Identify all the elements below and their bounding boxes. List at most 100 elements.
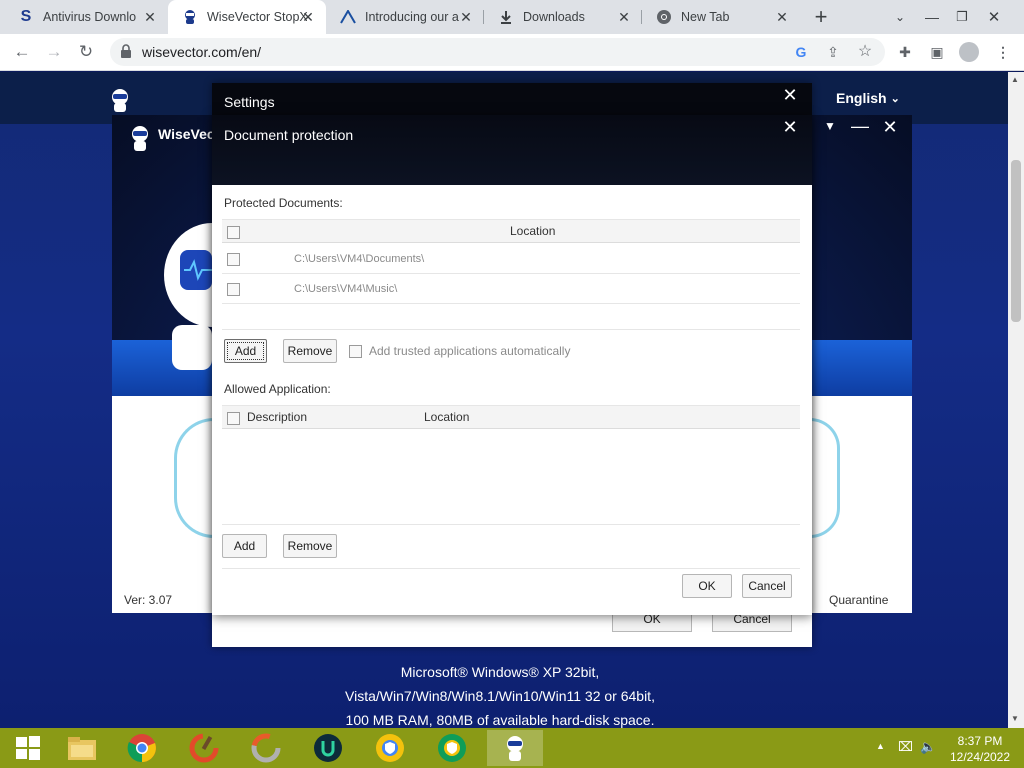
tab-new-tab[interactable]: New Tab ✕: [642, 0, 800, 34]
document-row-checkbox[interactable]: [227, 253, 240, 266]
scrollbar-thumb[interactable]: [1011, 160, 1021, 322]
settings-close-icon[interactable]: ✕: [780, 85, 800, 105]
clock-date: 12/24/2022: [949, 750, 1011, 764]
share-icon[interactable]: ⇪: [824, 43, 842, 61]
version-label: Ver: 3.07: [124, 593, 173, 607]
network-icon[interactable]: ⌧: [898, 739, 913, 755]
close-icon[interactable]: ✕: [300, 9, 316, 25]
close-app-icon[interactable]: ✕: [880, 117, 900, 137]
download-icon: [498, 9, 514, 25]
row-divider: [222, 524, 800, 525]
document-row-checkbox[interactable]: [227, 283, 240, 296]
tab-label: Introducing our a: [365, 10, 459, 24]
wisevector-icon: [182, 9, 198, 25]
add-document-button[interactable]: Add: [224, 339, 267, 363]
auto-trust-checkbox[interactable]: [349, 345, 362, 358]
quarantine-link[interactable]: Quarantine: [829, 593, 888, 607]
row-divider: [222, 303, 800, 304]
row-divider: [222, 329, 800, 330]
show-hidden-icons-icon[interactable]: ▲: [876, 741, 885, 751]
taskbar-u-app[interactable]: [300, 730, 356, 766]
forward-icon[interactable]: →: [40, 38, 68, 66]
cancel-button[interactable]: Cancel: [742, 574, 792, 598]
tab-separator: [641, 10, 642, 24]
tab-label: Downloads: [523, 10, 585, 24]
tab-label: Antivirus Downlo: [43, 10, 137, 24]
s-logo-icon: S: [20, 8, 32, 25]
applications-table-header: [222, 405, 800, 429]
menu-dots-icon[interactable]: ⋮: [994, 43, 1012, 61]
requirement-line: 100 MB RAM, 80MB of available hard-disk …: [345, 712, 655, 728]
app-logo-icon: [128, 125, 152, 151]
extensions-icon[interactable]: ✚: [896, 43, 914, 61]
app-title: WiseVec: [158, 126, 215, 142]
url-text: wisevector.com/en/: [142, 44, 262, 60]
document-protection-titlebar: [212, 115, 812, 185]
remove-application-button[interactable]: Remove: [283, 534, 337, 558]
a-logo-icon: [340, 9, 356, 25]
dropdown-menu-icon[interactable]: ▼: [820, 116, 840, 136]
start-button[interactable]: [0, 730, 56, 766]
chrome-shield-icon: [438, 734, 466, 762]
close-icon[interactable]: ✕: [142, 9, 158, 25]
remove-document-button[interactable]: Remove: [283, 339, 337, 363]
taskbar-wisevector[interactable]: [487, 730, 543, 766]
bookmark-star-icon[interactable]: ☆: [856, 43, 874, 61]
site-logo-icon[interactable]: [110, 88, 130, 112]
new-tab-icon[interactable]: +: [807, 3, 835, 31]
lock-icon: [120, 44, 134, 60]
taskbar-chrome[interactable]: [114, 730, 170, 766]
close-icon[interactable]: ✕: [780, 117, 800, 137]
volume-icon[interactable]: 🔈: [920, 739, 936, 755]
close-icon[interactable]: ✕: [458, 9, 474, 25]
chrome-icon: [127, 734, 156, 763]
location-column-header: Location: [510, 224, 556, 238]
address-bar[interactable]: wisevector.com/en/: [110, 38, 885, 66]
ccleaner-icon: [189, 733, 219, 763]
tab-separator: [483, 10, 484, 24]
protected-documents-label: Protected Documents:: [224, 196, 343, 210]
chrome-icon: [656, 9, 672, 25]
tab-antivirus[interactable]: S Antivirus Downlo ✕: [4, 0, 168, 34]
side-panel-icon[interactable]: ▣: [928, 43, 946, 61]
select-all-apps-checkbox[interactable]: [227, 412, 240, 425]
close-icon[interactable]: ✕: [616, 9, 632, 25]
google-icon[interactable]: G: [792, 43, 810, 61]
language-label: English: [836, 90, 887, 106]
dialog-title: Document protection: [224, 127, 354, 143]
minimize-icon[interactable]: —: [850, 116, 870, 136]
taskbar-speed-tool[interactable]: [238, 730, 294, 766]
add-application-button[interactable]: Add: [222, 534, 267, 558]
minimize-icon[interactable]: —: [918, 3, 946, 31]
system-clock[interactable]: 8:37 PM 12/24/2022: [940, 733, 1020, 765]
scroll-down-icon[interactable]: ▼: [1011, 714, 1019, 723]
profile-avatar[interactable]: [959, 42, 979, 62]
back-icon[interactable]: ←: [8, 38, 36, 66]
close-window-icon[interactable]: ✕: [980, 3, 1008, 31]
restore-icon[interactable]: ❐: [948, 3, 976, 31]
close-icon[interactable]: ✕: [774, 9, 790, 25]
ok-button[interactable]: OK: [682, 574, 732, 598]
u-logo-icon: [314, 734, 342, 762]
status-ring: [174, 418, 214, 538]
tab-downloads[interactable]: Downloads ✕: [484, 0, 642, 34]
tab-wisevector[interactable]: WiseVector StopX ✕: [168, 0, 326, 34]
language-selector[interactable]: English ⌄: [836, 90, 900, 106]
settings-titlebar: [212, 83, 812, 115]
requirement-line: Vista/Win7/Win8/Win8.1/Win10/Win11 32 or…: [345, 688, 655, 704]
wisevector-icon: [507, 736, 523, 761]
taskbar-ccleaner[interactable]: [176, 730, 232, 766]
tab-introducing[interactable]: Introducing our a ✕: [326, 0, 484, 34]
scroll-up-icon[interactable]: ▲: [1011, 75, 1019, 84]
taskbar-chrome-alt[interactable]: [424, 730, 480, 766]
select-all-documents-checkbox[interactable]: [227, 226, 240, 239]
taskbar-file-explorer[interactable]: [54, 730, 110, 766]
reload-icon[interactable]: ↻: [72, 38, 100, 66]
shield-browser-icon: [376, 734, 404, 762]
tab-search-chevron-icon[interactable]: ⌄: [886, 3, 914, 31]
row-divider: [222, 568, 800, 569]
taskbar-secure-browser[interactable]: [362, 730, 418, 766]
windows-logo-icon: [16, 736, 40, 760]
gauge-icon: [251, 733, 281, 763]
auto-trust-label: Add trusted applications automatically: [369, 344, 571, 358]
